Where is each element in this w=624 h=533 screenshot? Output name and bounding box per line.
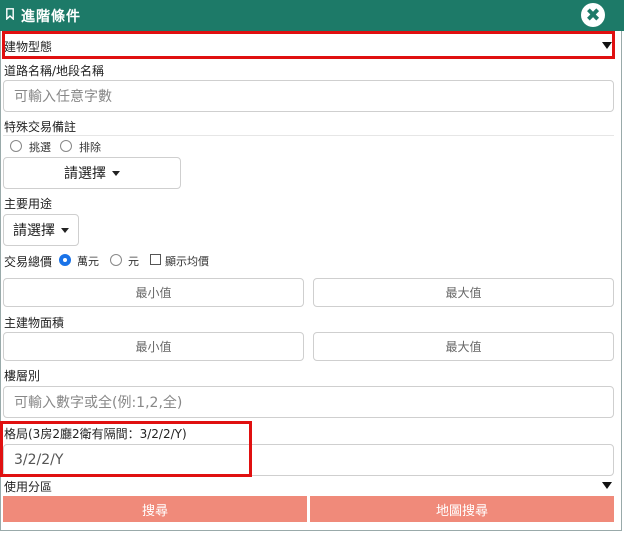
usage-select-button[interactable]: 請選擇	[3, 214, 79, 246]
show-average-checkbox[interactable]	[150, 254, 161, 265]
floor-label: 樓層別	[4, 369, 41, 383]
zoning-label[interactable]: 使用分區	[4, 478, 52, 495]
usage-select-label: 請選擇	[13, 223, 55, 239]
floor-input[interactable]: 可輸入數字或全(例:1,2,全)	[3, 386, 614, 418]
special-exclude-label: 排除	[79, 141, 101, 154]
area-min-input[interactable]: 最小值	[3, 332, 304, 361]
special-select-label: 請選擇	[64, 166, 106, 182]
caret-down-icon	[112, 170, 120, 176]
price-label: 交易總價	[4, 255, 53, 269]
zoning-chevron-down-icon[interactable]	[602, 482, 612, 489]
caret-down-icon	[61, 227, 69, 233]
road-input[interactable]: 可輸入任意字數	[3, 80, 614, 112]
panel-header: 進階條件 ✖	[0, 0, 624, 31]
price-unit-wan-label: 萬元	[77, 255, 99, 268]
special-label: 特殊交易備註	[4, 120, 77, 134]
highlight-building-type	[2, 31, 615, 59]
panel-title: 進階條件	[21, 9, 81, 25]
close-icon[interactable]: ✖	[581, 3, 605, 27]
map-search-button[interactable]: 地圖搜尋	[310, 496, 614, 522]
price-unit-yuan-radio[interactable]	[110, 254, 122, 266]
price-unit-wan-radio[interactable]	[59, 254, 71, 266]
road-label: 道路名稱/地段名稱	[4, 64, 105, 78]
price-unit-yuan-label: 元	[128, 255, 139, 268]
search-button[interactable]: 搜尋	[3, 496, 307, 522]
special-pick-radio[interactable]	[10, 140, 22, 152]
special-pick-label: 挑選	[29, 141, 51, 154]
usage-label: 主要用途	[4, 197, 53, 211]
bookmark-icon	[6, 8, 14, 20]
divider	[3, 135, 614, 136]
price-max-input[interactable]: 最大值	[313, 278, 614, 307]
price-min-input[interactable]: 最小值	[3, 278, 304, 307]
show-average-label: 顯示均價	[165, 255, 209, 268]
special-select-button[interactable]: 請選擇	[3, 157, 181, 189]
special-exclude-radio[interactable]	[60, 140, 72, 152]
highlight-layout	[0, 421, 252, 477]
area-max-input[interactable]: 最大值	[313, 332, 614, 361]
area-label: 主建物面積	[4, 316, 65, 330]
